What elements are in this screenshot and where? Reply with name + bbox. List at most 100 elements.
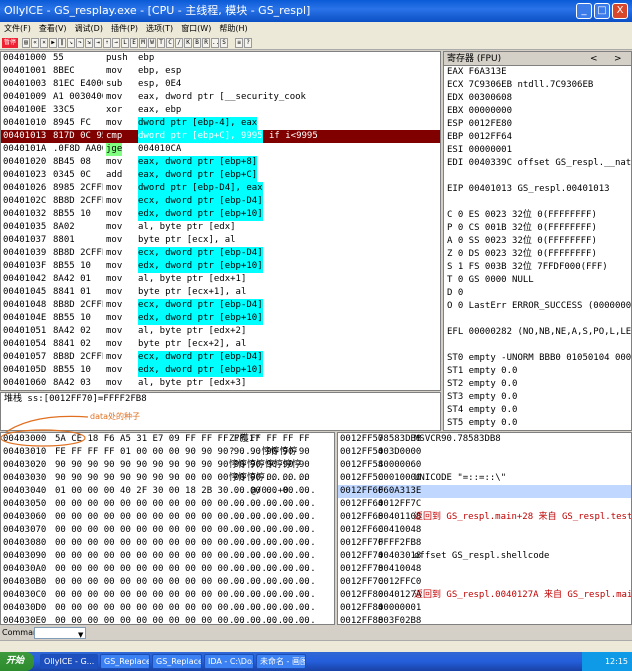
task-ollyice[interactable]: OllyICE - G... (40, 654, 98, 669)
disasm-row[interactable]: 00401060 8A42 03 mov al, byte ptr [edx+3] (1, 377, 440, 390)
stack-row[interactable]: 0012FF58 40000060 (338, 459, 631, 472)
registers-pane[interactable]: 寄存器 (FPU) < > EAX F6A313E ECX 7C9306EB nt… (443, 51, 632, 431)
execute-till-return-icon[interactable]: ⇡ (103, 37, 111, 48)
disasm-row[interactable]: 00401020 8B45 08 mov eax, dword ptr [ebp+8] (1, 156, 440, 169)
disasm-row[interactable]: 0040101A .0F8D AA000000jge 004010CA (1, 143, 440, 156)
menu-window[interactable]: 窗口(W) (181, 22, 211, 36)
task-gs-replace-2[interactable]: GS_Replace... (152, 654, 202, 669)
maximize-button[interactable]: □ (594, 3, 610, 19)
stack-row[interactable]: 0012FF88 003F02B8 (338, 615, 631, 624)
dump-row[interactable]: 004030D0 00 00 00 00 00 00 00 00 00 00 00… (1, 602, 334, 615)
stack-row[interactable]: 0012FF70 FFFF2FB8 (338, 537, 631, 550)
pause-icon[interactable]: ‖ (58, 37, 66, 48)
disasm-row[interactable]: 0040103F 8B55 10 mov edx, dword ptr [ebp+10… (1, 260, 440, 273)
disasm-row[interactable]: 00401009 A1 00304000mov eax, dword ptr [__… (1, 91, 440, 104)
tool-dots-button[interactable]: ... (211, 37, 223, 48)
disasm-row[interactable]: 00401013 817D 0C 9599cmp dword ptr [ebp+C]… (1, 130, 440, 143)
stack-row[interactable]: 0012FF78 00410048 (338, 563, 631, 576)
disasm-row[interactable]: 00401054 8841 02 mov byte ptr [ecx+2], al (1, 338, 440, 351)
disasm-row[interactable]: 00401026 8985 2CFFFFFFmov dword ptr [ebp-D… (1, 182, 440, 195)
dump-row[interactable]: 00403090 00 00 00 00 00 00 00 00 00 00 00… (1, 550, 334, 563)
disasm-row[interactable]: 00401045 8841 01 mov byte ptr [ecx+1], al (1, 286, 440, 299)
menu-debug[interactable]: 调试(D) (75, 22, 103, 36)
step-into-icon[interactable]: ↘ (67, 37, 75, 48)
tool-w-button[interactable]: W (148, 37, 156, 48)
disasm-row[interactable]: 0040104E 8B55 10 mov edx, dword ptr [ebp+10… (1, 312, 440, 325)
disasm-row[interactable]: 00401010 8945 FC mov dword ptr [ebp-4], eax (1, 117, 440, 130)
menu-file[interactable]: 文件(F) (4, 22, 31, 36)
tool-l-button[interactable]: L (121, 37, 129, 48)
disasm-row[interactable]: 0040102C 8B8D 2CFFFFFFmov ecx, dword ptr [… (1, 195, 440, 208)
disasm-row[interactable]: 00401001 8BEC mov ebp, esp (1, 65, 440, 78)
stack-row[interactable]: 0012FF84 00000001 (338, 602, 631, 615)
tool-t-button[interactable]: T (157, 37, 165, 48)
disasm-row[interactable]: 00401057 8B8D 2CFFFFFFmov ecx, dword ptr [… (1, 351, 440, 364)
disasm-row[interactable]: 00401037 8801 mov byte ptr [ecx], al (1, 234, 440, 247)
disasm-row[interactable]: 00401051 8A42 02 mov al, byte ptr [edx+2] (1, 325, 440, 338)
start-button[interactable]: 开始 (0, 652, 34, 671)
stack-row[interactable]: 0012FF7C 0012FFC0 (338, 576, 631, 589)
dump-row[interactable]: 00403070 00 00 00 00 00 00 00 00 00 00 00… (1, 524, 334, 537)
stack-row[interactable]: 0012FF5C 00010000 UNICODE "=::=::\" (338, 472, 631, 485)
registers-nav-left[interactable]: < (590, 52, 598, 66)
trace-into-icon[interactable]: ⇲ (85, 37, 93, 48)
tool-e-button[interactable]: E (130, 37, 138, 48)
list-icon[interactable]: ≡ (235, 37, 243, 48)
disasm-row[interactable]: 00401032 8B55 10 mov edx, dword ptr [ebp+10… (1, 208, 440, 221)
stack-row[interactable]: 0012FF80 0040127A 返回到 GS_respl.0040127A 来自… (338, 589, 631, 602)
open-icon[interactable]: ▤ (22, 37, 30, 48)
dump-row[interactable]: 004030A0 00 00 00 00 00 00 00 00 00 00 00… (1, 563, 334, 576)
menu-plugins[interactable]: 插件(P) (111, 22, 138, 36)
tool-s-button[interactable]: S (220, 37, 228, 48)
close-icon[interactable]: × (40, 37, 48, 48)
stack-row[interactable]: 0012FF68 00401108 返回到 GS_respl.main+28 来自 … (338, 511, 631, 524)
stack-row[interactable]: 0012FF54 003D0000 (338, 446, 631, 459)
close-button[interactable]: X (612, 3, 628, 19)
stack-row[interactable]: 0012FF74 00403018 offset GS_respl.shellcod… (338, 550, 631, 563)
dump-row[interactable]: 004030C0 00 00 00 00 00 00 00 00 00 00 00… (1, 589, 334, 602)
dump-row[interactable]: 00403060 00 00 00 00 00 00 00 00 00 00 00… (1, 511, 334, 524)
disasm-row[interactable]: 00401000 55 push ebp (1, 52, 440, 65)
disasm-row[interactable]: 00401039 8B8D 2CFFFFFFmov ecx, dword ptr [… (1, 247, 440, 260)
tool-r-button[interactable]: R (202, 37, 210, 48)
task-gs-replace[interactable]: GS_Replace (100, 654, 150, 669)
stack-row[interactable]: 0012FF60 F60A313E (338, 485, 631, 498)
stack-pane[interactable]: 0012FF50 78583DB8 MSVCR90.78583DB8 0012FF54… (337, 432, 632, 625)
task-ida[interactable]: IDA - C:\Do... (204, 654, 254, 669)
disasm-row[interactable]: 00401003 81EC E4000000sub esp, 0E4 (1, 78, 440, 91)
memory-dump-pane[interactable]: 00403000 5A CE 18 F6 A5 31 E7 09 FF FF FF… (0, 432, 335, 625)
disasm-row[interactable]: 00401042 8A42 01 mov al, byte ptr [edx+1] (1, 273, 440, 286)
tool-k-button[interactable]: K (184, 37, 192, 48)
dump-row[interactable]: 004030E0 00 00 00 00 00 00 00 00 00 00 00… (1, 615, 334, 624)
dump-row[interactable]: 00403040 01 00 00 00 40 2F 30 00 18 2B 30… (1, 485, 334, 498)
stack-row[interactable]: 0012FF64 0012FF7C (338, 498, 631, 511)
tool-slash-button[interactable]: / (175, 37, 183, 48)
dump-row[interactable]: 004030B0 00 00 00 00 00 00 00 00 00 00 00… (1, 576, 334, 589)
stack-row[interactable]: 0012FF50 78583DB8 MSVCR90.78583DB8 (338, 433, 631, 446)
help-icon[interactable]: ? (244, 37, 252, 48)
disasm-row[interactable]: 00401023 0345 0C add eax, dword ptr [ebp+C] (1, 169, 440, 182)
tool-b-button[interactable]: B (193, 37, 201, 48)
tool-c-button[interactable]: C (166, 37, 174, 48)
step-over-icon[interactable]: ↷ (76, 37, 84, 48)
dump-row[interactable]: 00403030 90 90 90 90 90 90 90 90 00 00 00… (1, 472, 334, 485)
task-paint[interactable]: 未命名 - 画图 (256, 654, 306, 669)
tool-m-button[interactable]: M (139, 37, 147, 48)
trace-over-icon[interactable]: ⇥ (94, 37, 102, 48)
menu-view[interactable]: 查看(V) (39, 22, 67, 36)
dump-row[interactable]: 00403080 00 00 00 00 00 00 00 00 00 00 00… (1, 537, 334, 550)
run-icon[interactable]: ▶ (49, 37, 57, 48)
menu-help[interactable]: 帮助(H) (219, 22, 247, 36)
disasm-row[interactable]: 0040100E 33C5 xor eax, ebp (1, 104, 440, 117)
disasm-row[interactable]: 00401048 8B8D 2CFFFFFFmov ecx, dword ptr [… (1, 299, 440, 312)
menu-options[interactable]: 选项(T) (146, 22, 173, 36)
disasm-row[interactable]: 00401035 8A02 mov al, byte ptr [edx] (1, 221, 440, 234)
registers-nav-right[interactable]: > (614, 52, 622, 66)
disasm-row[interactable]: 0040105D 8B55 10 mov edx, dword ptr [ebp+10… (1, 364, 440, 377)
rewind-icon[interactable]: « (31, 37, 39, 48)
dump-row[interactable]: 00403020 90 90 90 90 90 90 90 90 90 90 90… (1, 459, 334, 472)
goto-icon[interactable]: → (112, 37, 120, 48)
stack-row[interactable]: 0012FF6C 00410048 (338, 524, 631, 537)
disassembly-pane[interactable]: 00401000 55 push ebp 00401001 8BEC mov ebp, esp… (0, 51, 441, 391)
dump-row[interactable]: 00403050 00 00 00 00 00 00 00 00 00 00 00… (1, 498, 334, 511)
